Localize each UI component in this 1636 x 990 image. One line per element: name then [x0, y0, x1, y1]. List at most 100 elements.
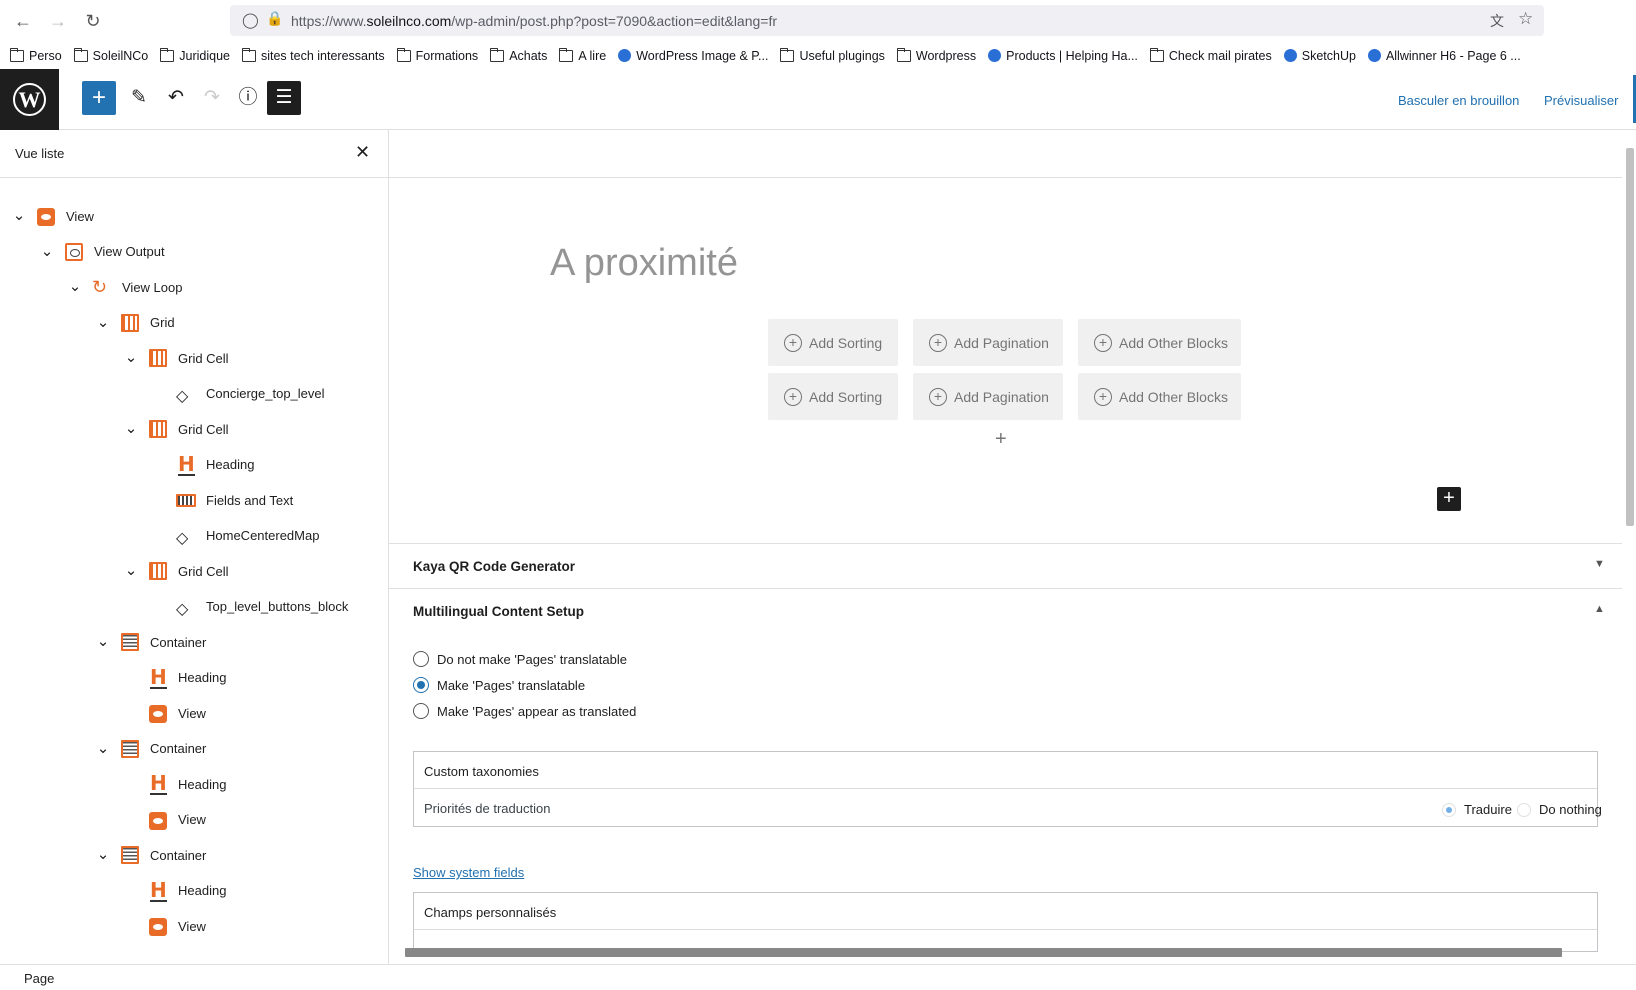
bookmark-item[interactable]: SoleilNCo — [73, 47, 148, 63]
list-view-item[interactable]: ◇ Top_level_buttons_block — [152, 592, 348, 622]
list-view-item[interactable]: View — [124, 805, 206, 835]
list-view-item[interactable]: ⌄ ↻ View Loop — [68, 272, 183, 302]
back-arrow-icon[interactable]: ← — [10, 8, 36, 34]
list-view-item[interactable]: H Heading — [152, 450, 254, 480]
radio-appear-translated[interactable]: Make 'Pages' appear as translated — [413, 703, 636, 719]
add-sorting-button[interactable]: + Add Sorting — [768, 373, 898, 420]
bookmark-item[interactable]: Juridique — [160, 47, 230, 63]
list-view-item[interactable]: Fields and Text — [152, 485, 293, 515]
floating-add-block-button[interactable]: + — [1437, 487, 1461, 511]
list-view-item[interactable]: ◇ HomeCenteredMap — [152, 521, 319, 551]
url-bar[interactable]: ◯ 🔒 https://www.soleilnco.com/wp-admin/p… — [230, 5, 1544, 36]
lock-icon[interactable]: 🔒 — [266, 10, 283, 27]
radio-button[interactable] — [1517, 802, 1531, 817]
list-view-item[interactable]: ⌄ Grid Cell — [124, 414, 229, 444]
list-view-item[interactable]: ⌄ Grid Cell — [124, 556, 229, 586]
chevron-down-icon[interactable]: ⌄ — [96, 634, 110, 649]
do-nothing-option[interactable]: Do nothing — [1517, 802, 1602, 817]
list-view-item[interactable]: View — [124, 911, 206, 941]
view-block-icon — [148, 703, 168, 723]
bookmark-item[interactable]: SketchUp — [1283, 49, 1356, 63]
bookmark-item[interactable]: Wordpress — [896, 47, 976, 63]
chevron-down-icon[interactable]: ⌄ — [68, 279, 82, 294]
info-icon[interactable]: ⓘ — [231, 81, 265, 115]
plus-circle-icon: + — [1094, 387, 1112, 406]
add-pagination-button[interactable]: + Add Pagination — [913, 373, 1063, 420]
chevron-down-icon[interactable]: ⌄ — [40, 244, 54, 259]
vertical-scrollbar[interactable] — [1626, 148, 1634, 526]
kaya-qr-metabox[interactable]: Kaya QR Code Generator ▼ — [389, 543, 1622, 588]
list-view-item[interactable]: View — [124, 698, 206, 728]
translate-option[interactable]: Traduire — [1442, 802, 1512, 817]
add-sorting-button[interactable]: + Add Sorting — [768, 319, 898, 366]
forward-arrow-icon[interactable]: → — [45, 8, 71, 34]
bookmark-item[interactable]: A lire — [559, 47, 606, 63]
show-system-fields-link[interactable]: Show system fields — [413, 865, 524, 880]
list-view-button[interactable]: ☰ — [267, 81, 301, 115]
preview-button[interactable]: Prévisualiser — [1544, 93, 1618, 108]
chevron-down-icon[interactable]: ⌄ — [124, 350, 138, 365]
bookmark-item[interactable]: Useful plugings — [780, 47, 885, 63]
bookmark-item[interactable]: WordPress Image & P... — [618, 49, 768, 63]
radio-button-selected[interactable] — [413, 677, 429, 693]
inline-add-block-icon[interactable]: + — [995, 428, 1007, 451]
bookmark-item[interactable]: Formations — [396, 47, 478, 63]
bookmark-item[interactable]: Check mail pirates — [1149, 47, 1272, 63]
redo-icon[interactable]: ↷ — [195, 81, 229, 115]
shield-icon[interactable]: ◯ — [242, 11, 259, 29]
list-view-item[interactable]: ⌄ View — [12, 201, 94, 231]
table-header: Champs personnalisés — [414, 893, 1597, 930]
add-other-blocks-button[interactable]: + Add Other Blocks — [1078, 319, 1241, 366]
list-view-item[interactable]: ⌄ Grid Cell — [124, 343, 229, 373]
radio-button[interactable] — [413, 703, 429, 719]
radio-translatable[interactable]: Make 'Pages' translatable — [413, 677, 585, 693]
horizontal-scrollbar[interactable] — [405, 948, 1562, 957]
grid-icon — [148, 348, 168, 368]
chevron-down-icon[interactable]: ⌄ — [96, 847, 110, 862]
view-block-icon — [148, 916, 168, 936]
chevron-down-icon[interactable]: ⌄ — [96, 741, 110, 756]
list-view-item[interactable]: ⌄ View Output — [40, 237, 165, 267]
bookmark-item[interactable]: sites tech interessants — [241, 47, 385, 63]
list-view-item[interactable]: ⌄ Container — [96, 627, 206, 657]
bookmark-item[interactable]: Allwinner H6 - Page 6 ... — [1367, 49, 1521, 63]
view-block-icon — [36, 206, 56, 226]
radio-not-translatable[interactable]: Do not make 'Pages' translatable — [413, 651, 627, 667]
breadcrumb[interactable]: Page — [24, 971, 54, 986]
undo-icon[interactable]: ↶ — [159, 81, 193, 115]
add-other-blocks-button[interactable]: + Add Other Blocks — [1078, 373, 1241, 420]
wordpress-logo[interactable]: W — [0, 69, 59, 130]
pencil-tools-icon[interactable]: ✎ — [122, 81, 156, 115]
caret-down-icon[interactable]: ▼ — [1594, 558, 1605, 570]
list-view-item[interactable]: ⌄ Container — [96, 840, 206, 870]
bookmark-item[interactable]: Perso — [10, 47, 62, 63]
url-text[interactable]: https://www.soleilnco.com/wp-admin/post.… — [291, 13, 777, 29]
list-view-item[interactable]: ⌄ Grid — [96, 308, 175, 338]
chevron-down-icon[interactable]: ⌄ — [124, 421, 138, 436]
add-pagination-button[interactable]: + Add Pagination — [913, 319, 1063, 366]
translate-icon[interactable]: 文 — [1490, 11, 1504, 31]
bookmark-item[interactable]: Products | Helping Ha... — [988, 49, 1138, 63]
radio-button[interactable] — [413, 651, 429, 667]
bookmark-item[interactable]: Achats — [490, 47, 547, 63]
switch-to-draft-button[interactable]: Basculer en brouillon — [1398, 93, 1519, 108]
chevron-down-icon[interactable]: ⌄ — [124, 563, 138, 578]
star-bookmark-icon[interactable]: ☆ — [1518, 9, 1533, 29]
list-view-item[interactable]: ⌄ Container — [96, 734, 206, 764]
radio-button-selected[interactable] — [1442, 802, 1456, 817]
list-view-item[interactable]: ◇ Concierge_top_level — [152, 379, 325, 409]
site-icon — [1283, 49, 1297, 62]
multilingual-metabox[interactable]: Multilingual Content Setup ▲ — [389, 588, 1622, 633]
list-view-item[interactable]: H Heading — [124, 876, 226, 906]
page-title[interactable]: A proximité — [550, 242, 738, 285]
view-output-icon — [64, 242, 84, 262]
grid-icon — [120, 313, 140, 333]
chevron-down-icon[interactable]: ⌄ — [96, 315, 110, 330]
list-view-item[interactable]: H Heading — [124, 769, 226, 799]
chevron-down-icon[interactable]: ⌄ — [12, 208, 26, 223]
caret-up-icon[interactable]: ▲ — [1594, 603, 1605, 615]
close-icon[interactable]: ✕ — [355, 142, 370, 163]
list-view-item[interactable]: H Heading — [124, 663, 226, 693]
reload-icon[interactable]: ↻ — [80, 8, 106, 34]
block-inserter-button[interactable]: + — [82, 81, 116, 115]
